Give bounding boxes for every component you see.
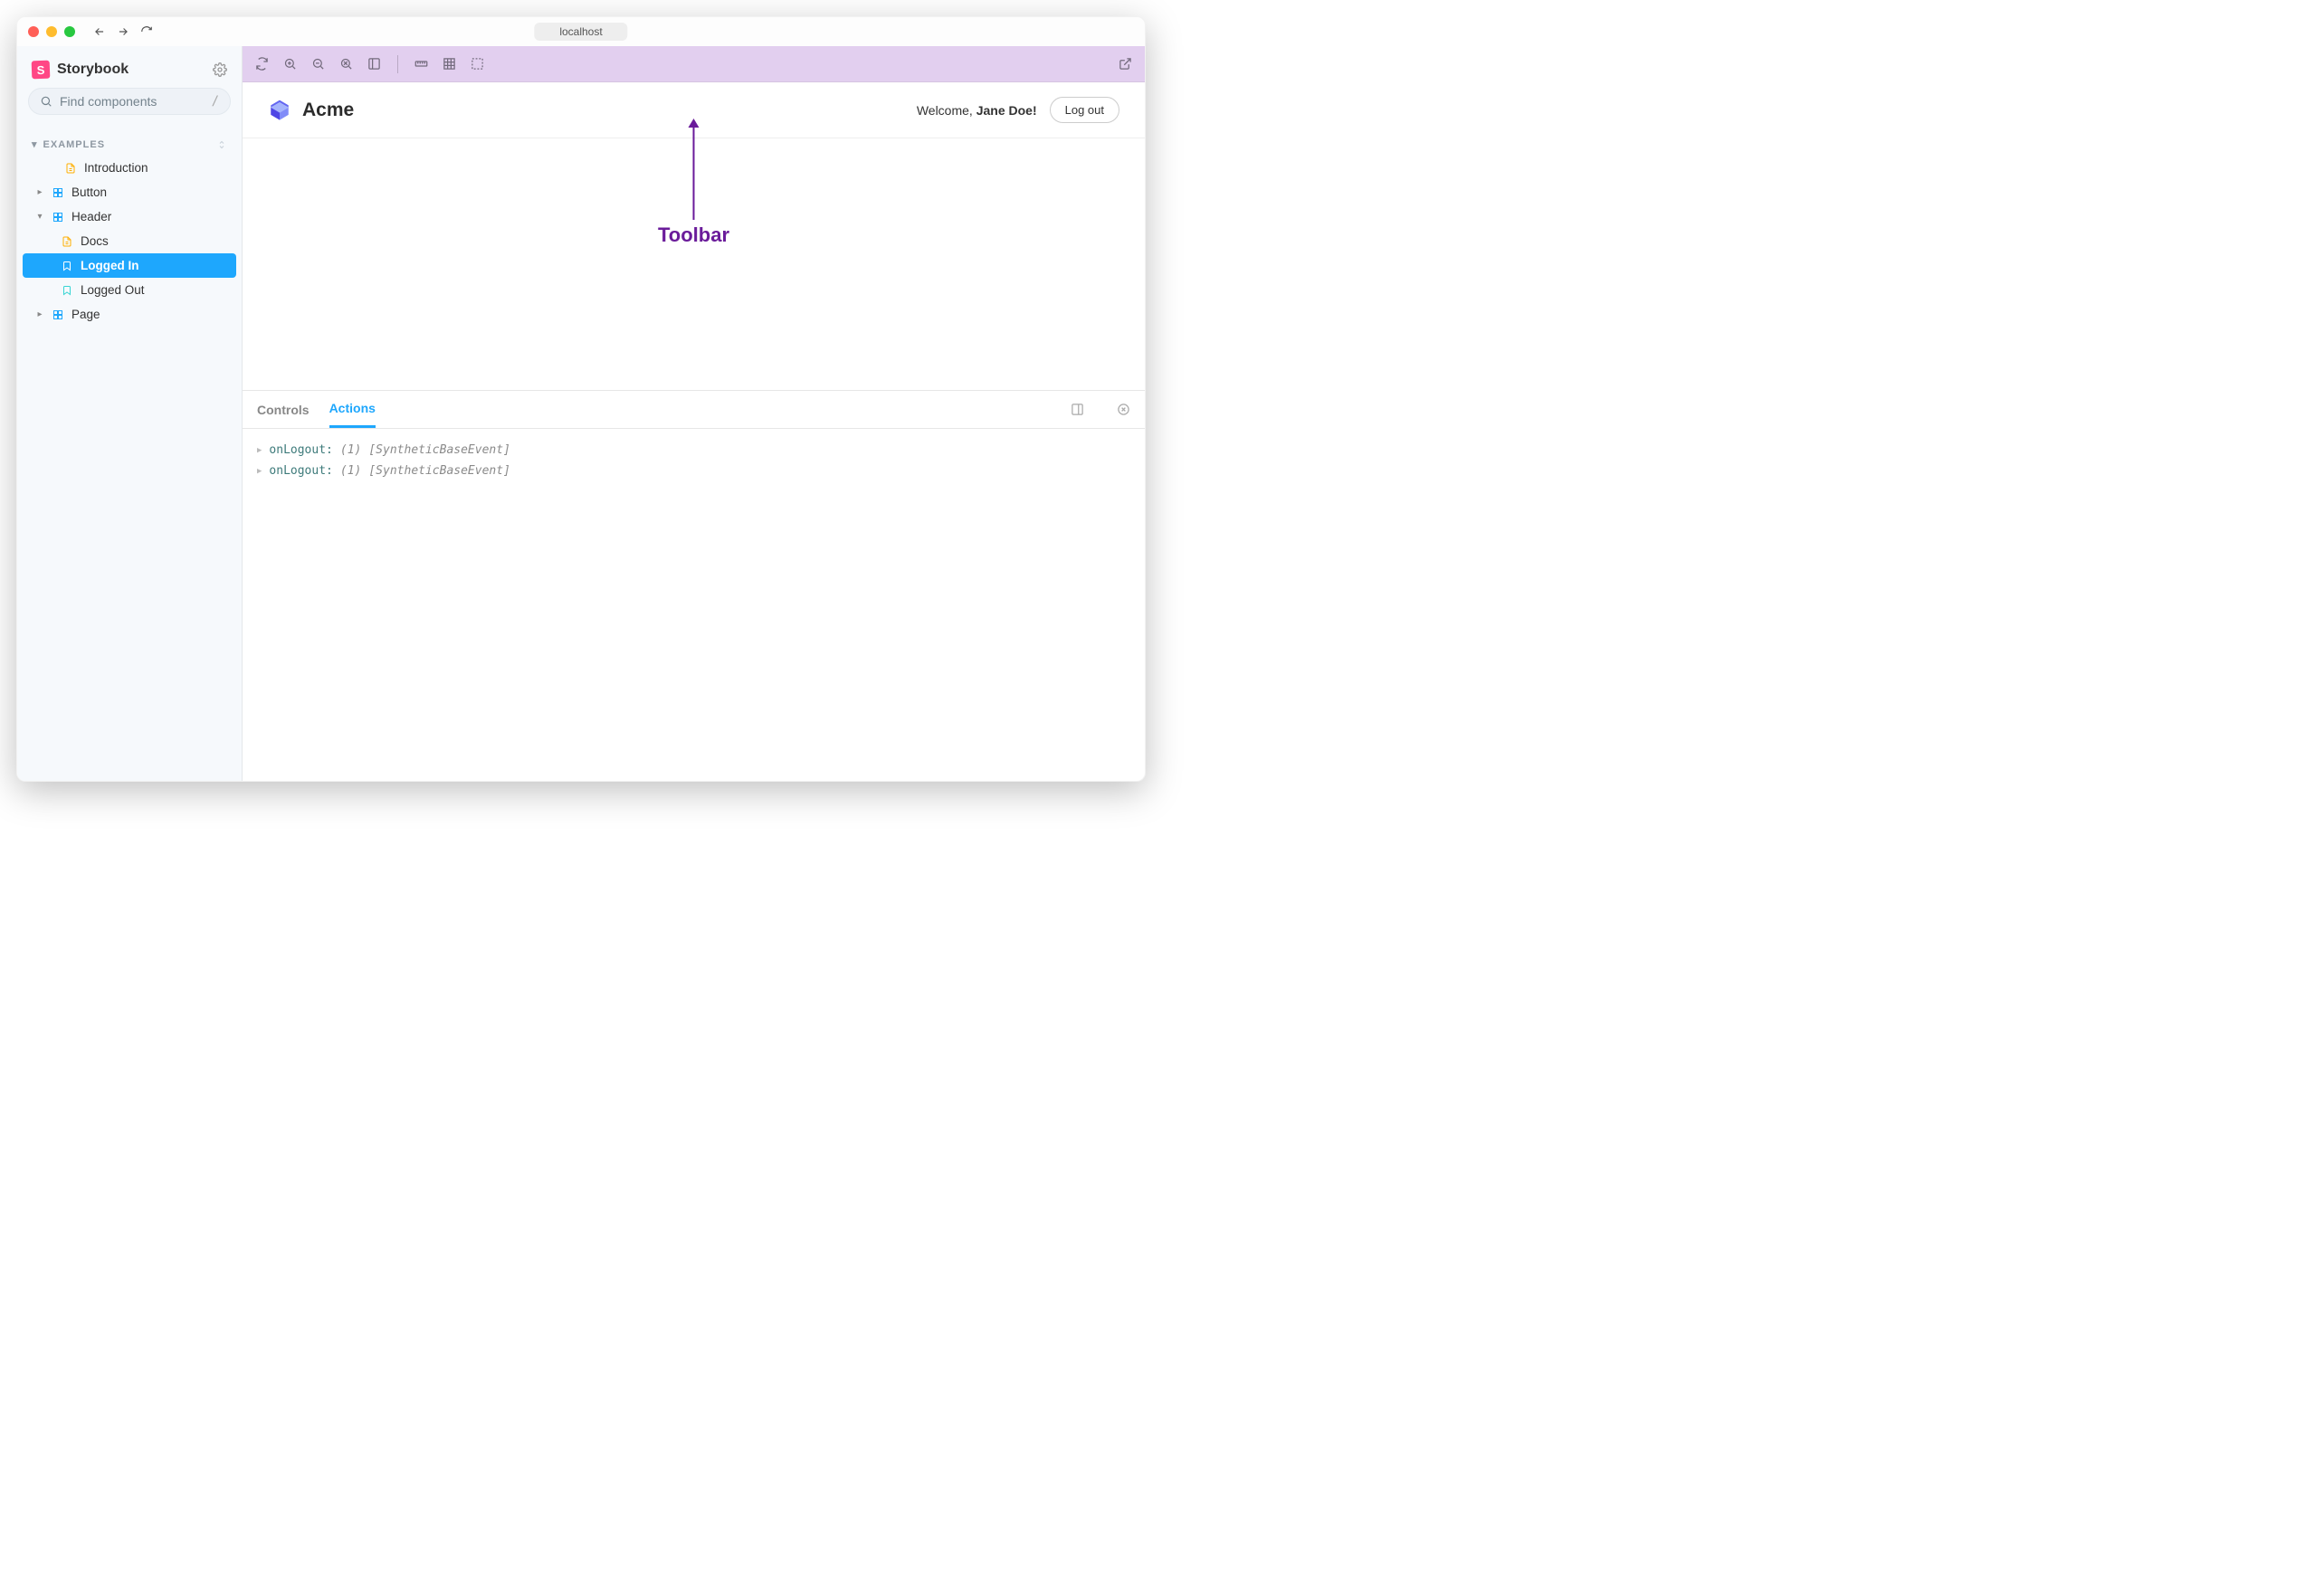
grid-icon[interactable] xyxy=(443,57,456,71)
search-icon xyxy=(40,95,52,108)
welcome-text: Welcome, Jane Doe! xyxy=(917,103,1037,118)
titlebar: localhost xyxy=(17,17,1145,46)
logout-button[interactable]: Log out xyxy=(1050,97,1119,123)
reload-icon[interactable] xyxy=(140,25,153,38)
acme-logo-icon xyxy=(268,99,291,122)
preview-toolbar xyxy=(243,46,1145,82)
sidebar-item-header[interactable]: ▾ Header xyxy=(23,204,236,229)
toolbar-separator xyxy=(397,55,398,73)
zoom-in-icon[interactable] xyxy=(283,57,297,71)
log-row[interactable]: ▶ onLogout: (1) [SyntheticBaseEvent] xyxy=(257,440,1130,461)
log-count: (1) xyxy=(340,461,361,481)
log-type: [SyntheticBaseEvent] xyxy=(368,461,510,481)
url-bar[interactable]: localhost xyxy=(534,23,627,41)
measure-icon[interactable] xyxy=(414,57,428,71)
bookmark-icon xyxy=(61,260,73,272)
viewport-icon[interactable] xyxy=(367,57,381,71)
chevron-down-icon: ▾ xyxy=(32,138,38,150)
sidebar-item-logged-in[interactable]: Logged In xyxy=(23,253,236,278)
document-icon xyxy=(61,235,73,248)
document-icon xyxy=(64,162,77,175)
browser-nav xyxy=(93,25,153,38)
sidebar-item-logged-out[interactable]: Logged Out xyxy=(23,278,236,302)
sidebar-header: S Storybook xyxy=(17,46,242,88)
sync-icon[interactable] xyxy=(255,57,269,71)
gear-icon[interactable] xyxy=(213,62,227,77)
browser-window: localhost S Storybook Find components / … xyxy=(16,16,1146,782)
zoom-reset-icon[interactable] xyxy=(339,57,353,71)
search-input[interactable]: Find components / xyxy=(28,88,231,115)
sidebar-tree: ▾ EXAMPLES Introduction ▸ Button ▾ xyxy=(17,122,242,337)
app-title: Storybook xyxy=(57,62,205,78)
sidebar-item-label: Introduction xyxy=(84,161,148,175)
sidebar-item-introduction[interactable]: Introduction xyxy=(23,156,236,180)
app-body: S Storybook Find components / ▾ EXAMPLES xyxy=(17,46,1145,781)
sidebar-item-label: Logged Out xyxy=(81,283,145,297)
addons-panel: Controls Actions ▶ onLogout: (1) [Synthe… xyxy=(243,390,1145,781)
log-type: [SyntheticBaseEvent] xyxy=(368,440,510,461)
zoom-out-icon[interactable] xyxy=(311,57,325,71)
tab-actions[interactable]: Actions xyxy=(329,391,376,428)
storybook-logo-icon: S xyxy=(32,61,51,80)
outline-icon[interactable] xyxy=(471,57,484,71)
sidebar-item-button[interactable]: ▸ Button xyxy=(23,180,236,204)
sort-icon[interactable] xyxy=(216,139,227,150)
open-in-new-tab-icon[interactable] xyxy=(1119,57,1132,71)
sidebar-item-label: Docs xyxy=(81,234,109,248)
close-panel-icon[interactable] xyxy=(1117,403,1130,416)
forward-icon[interactable] xyxy=(117,25,129,38)
sidebar-item-page[interactable]: ▸ Page xyxy=(23,302,236,327)
search-placeholder: Find components xyxy=(60,94,157,109)
brand-name: Acme xyxy=(302,100,354,121)
close-window-button[interactable] xyxy=(28,26,39,37)
back-icon[interactable] xyxy=(93,25,106,38)
maximize-window-button[interactable] xyxy=(64,26,75,37)
actions-log: ▶ onLogout: (1) [SyntheticBaseEvent] ▶ o… xyxy=(243,429,1145,493)
expand-icon: ▶ xyxy=(257,464,262,481)
expand-icon: ▶ xyxy=(257,443,262,461)
chevron-right-icon: ▸ xyxy=(35,187,44,197)
sidebar-item-label: Header xyxy=(71,210,111,223)
sidebar-item-docs[interactable]: Docs xyxy=(23,229,236,253)
search-shortcut: / xyxy=(212,94,219,109)
component-icon xyxy=(52,211,64,223)
sidebar: S Storybook Find components / ▾ EXAMPLES xyxy=(17,46,243,781)
component-icon xyxy=(52,309,64,321)
user-name: Jane Doe! xyxy=(976,103,1037,118)
traffic-lights xyxy=(28,26,75,37)
annotation-label: Toolbar xyxy=(658,223,729,247)
bookmark-icon xyxy=(61,284,73,297)
log-event: onLogout: xyxy=(269,440,332,461)
preview-canvas: Acme Welcome, Jane Doe! Log out Toolbar xyxy=(243,82,1145,390)
addon-tabs: Controls Actions xyxy=(243,391,1145,429)
tree-heading-examples[interactable]: ▾ EXAMPLES xyxy=(23,133,236,156)
log-event: onLogout: xyxy=(269,461,332,481)
component-icon xyxy=(52,186,64,199)
tree-heading-label: EXAMPLES xyxy=(43,139,106,150)
main-content: Acme Welcome, Jane Doe! Log out Toolbar xyxy=(243,46,1145,781)
tab-controls[interactable]: Controls xyxy=(257,393,310,427)
log-count: (1) xyxy=(340,440,361,461)
minimize-window-button[interactable] xyxy=(46,26,57,37)
sidebar-item-label: Page xyxy=(71,308,100,321)
log-row[interactable]: ▶ onLogout: (1) [SyntheticBaseEvent] xyxy=(257,461,1130,481)
panel-orientation-icon[interactable] xyxy=(1071,403,1084,416)
chevron-down-icon: ▾ xyxy=(35,212,44,222)
sidebar-item-label: Logged In xyxy=(81,259,139,272)
story-header-component: Acme Welcome, Jane Doe! Log out xyxy=(243,82,1145,138)
chevron-right-icon: ▸ xyxy=(35,309,44,319)
sidebar-item-label: Button xyxy=(71,185,107,199)
